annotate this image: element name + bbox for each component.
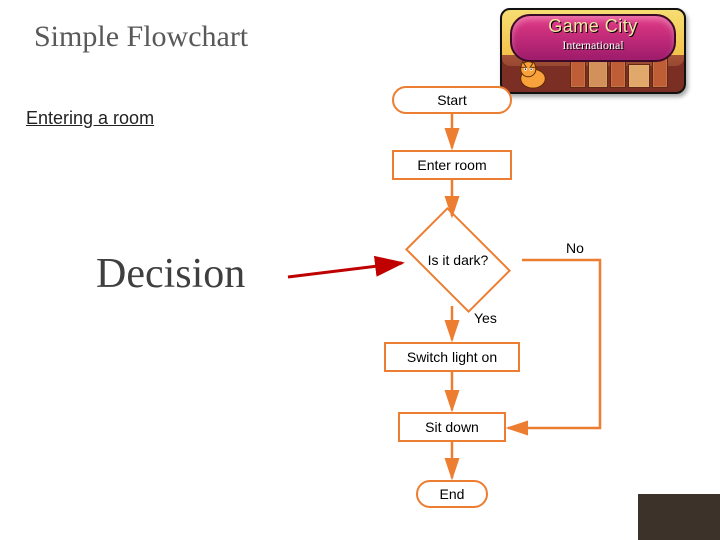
- node-sit-down: Sit down: [398, 412, 506, 442]
- node-start: Start: [392, 86, 512, 114]
- node-end: End: [416, 480, 488, 508]
- logo-banner: Game City International: [510, 14, 676, 62]
- corner-decoration: [638, 494, 720, 540]
- decision-annotation: Decision: [96, 250, 245, 298]
- logo-game-city: Game City International: [500, 8, 686, 94]
- cat-icon: [514, 56, 552, 90]
- label-yes: Yes: [474, 310, 497, 326]
- page-title: Simple Flowchart: [34, 20, 248, 54]
- label-no: No: [566, 240, 584, 256]
- logo-subtitle: International: [512, 38, 674, 53]
- node-switch-light: Switch light on: [384, 342, 520, 372]
- logo-title: Game City: [512, 16, 674, 37]
- node-decision: Is it dark?: [410, 252, 506, 268]
- node-enter-room: Enter room: [392, 150, 512, 180]
- subtitle: Entering a room: [26, 108, 154, 129]
